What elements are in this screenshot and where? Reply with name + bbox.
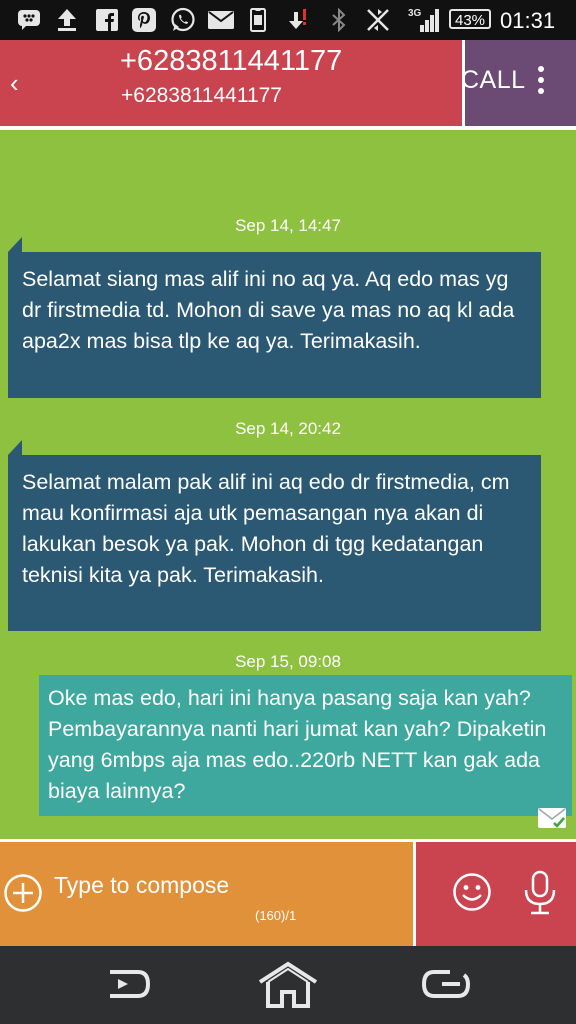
microphone-icon[interactable] bbox=[520, 870, 560, 921]
message-thread[interactable]: Sep 14, 14:47 Selamat siang mas alif ini… bbox=[0, 130, 576, 839]
battery-indicator: 43% bbox=[449, 9, 491, 29]
back-icon[interactable]: ‹ bbox=[10, 68, 19, 99]
incoming-message[interactable]: Selamat siang mas alif ini no aq ya. Aq … bbox=[8, 252, 541, 398]
conversation-header: ‹ +6283811441177 +6283811441177 CALL bbox=[0, 40, 576, 126]
contact-title: +6283811441177 bbox=[120, 45, 343, 77]
message-text: Selamat malam pak alif ini aq edo dr fir… bbox=[22, 470, 510, 587]
back-nav-icon[interactable] bbox=[104, 960, 152, 1013]
signal-icon: 3G bbox=[408, 8, 440, 32]
upload-icon bbox=[55, 8, 79, 32]
compose-input[interactable]: Type to compose bbox=[54, 872, 229, 899]
contact-number: +6283811441177 bbox=[121, 84, 282, 107]
recent-apps-nav-icon[interactable] bbox=[420, 960, 472, 1013]
facebook-icon bbox=[95, 8, 119, 32]
svg-text:3G: 3G bbox=[408, 8, 422, 19]
whatsapp-icon bbox=[169, 7, 197, 32]
nfc-icon bbox=[364, 8, 392, 32]
bluetooth-icon bbox=[330, 8, 348, 32]
navigation-bar bbox=[0, 946, 576, 1024]
bbm-icon bbox=[16, 8, 42, 32]
emoji-icon[interactable] bbox=[452, 872, 492, 917]
bubble-tail bbox=[8, 440, 22, 455]
message-text: Oke mas edo, hari ini hanya pasang saja … bbox=[48, 686, 547, 803]
pinterest-icon bbox=[131, 8, 157, 32]
attach-plus-icon[interactable] bbox=[3, 873, 43, 913]
contact-panel[interactable]: ‹ +6283811441177 +6283811441177 bbox=[0, 40, 462, 126]
message-date: Sep 14, 14:47 bbox=[235, 216, 341, 235]
message-text: Selamat siang mas alif ini no aq ya. Aq … bbox=[22, 267, 515, 353]
overflow-menu-icon[interactable] bbox=[538, 66, 546, 99]
status-bar: 3G 43% 01:31 bbox=[0, 0, 576, 40]
delivered-mail-icon bbox=[538, 808, 566, 828]
character-counter: (160)/1 bbox=[255, 908, 297, 923]
compose-actions bbox=[416, 842, 576, 946]
sim-icon bbox=[248, 8, 268, 32]
clock: 01:31 bbox=[500, 8, 556, 33]
compose-bar[interactable]: Type to compose (160)/1 bbox=[0, 842, 413, 946]
message-date: Sep 15, 09:08 bbox=[235, 652, 341, 671]
incoming-message[interactable]: Selamat malam pak alif ini aq edo dr fir… bbox=[8, 455, 541, 631]
home-nav-icon[interactable] bbox=[258, 960, 318, 1015]
outgoing-message[interactable]: Oke mas edo, hari ini hanya pasang saja … bbox=[39, 675, 572, 816]
message-date: Sep 14, 20:42 bbox=[235, 419, 341, 438]
download-icon bbox=[284, 8, 310, 32]
bubble-tail bbox=[8, 237, 22, 252]
call-button[interactable]: CALL bbox=[461, 66, 526, 95]
mail-icon bbox=[207, 8, 235, 32]
